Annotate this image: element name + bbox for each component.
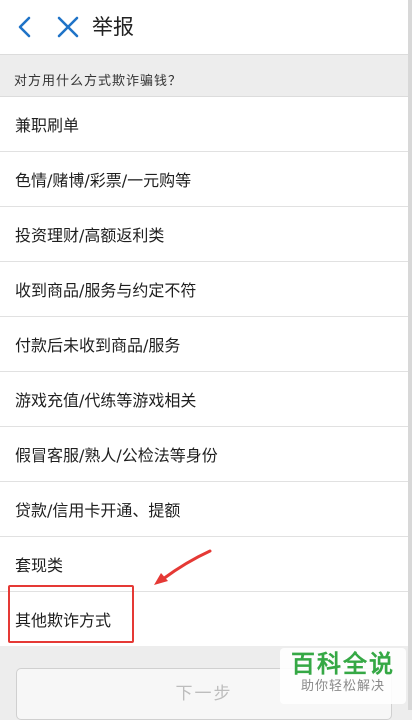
option-part-time-brushing[interactable]: 兼职刷单 — [0, 97, 408, 152]
navigation-bar: 举报 — [0, 0, 408, 55]
option-paid-not-received[interactable]: 付款后未收到商品/服务 — [0, 317, 408, 372]
option-cash-out[interactable]: 套现类 — [0, 537, 408, 592]
watermark-logo: 百科全说 助你轻松解决 — [280, 648, 406, 704]
option-impersonation[interactable]: 假冒客服/熟人/公检法等身份 — [0, 427, 408, 482]
option-other-fraud[interactable]: 其他欺诈方式 — [0, 592, 408, 646]
question-prompt: 对方用什么方式欺诈骗钱？ — [14, 74, 183, 89]
watermark-subtitle: 助你轻松解决 — [300, 679, 385, 694]
chevron-left-icon[interactable] — [12, 13, 38, 41]
watermark-title: 百科全说 — [291, 650, 395, 678]
option-list: 兼职刷单 色情/赌博/彩票/一元购等 投资理财/高额返利类 收到商品/服务与约定… — [0, 96, 408, 646]
option-goods-not-as-agreed[interactable]: 收到商品/服务与约定不符 — [0, 262, 408, 317]
page-title: 举报 — [92, 15, 134, 39]
right-edge-strip — [408, 0, 412, 710]
option-porn-gambling-lottery[interactable]: 色情/赌博/彩票/一元购等 — [0, 152, 408, 207]
option-loan-credit-card[interactable]: 贷款/信用卡开通、提额 — [0, 482, 408, 537]
close-icon[interactable] — [54, 13, 82, 41]
option-game-related[interactable]: 游戏充值/代练等游戏相关 — [0, 372, 408, 427]
option-investment-rebate[interactable]: 投资理财/高额返利类 — [0, 207, 408, 262]
